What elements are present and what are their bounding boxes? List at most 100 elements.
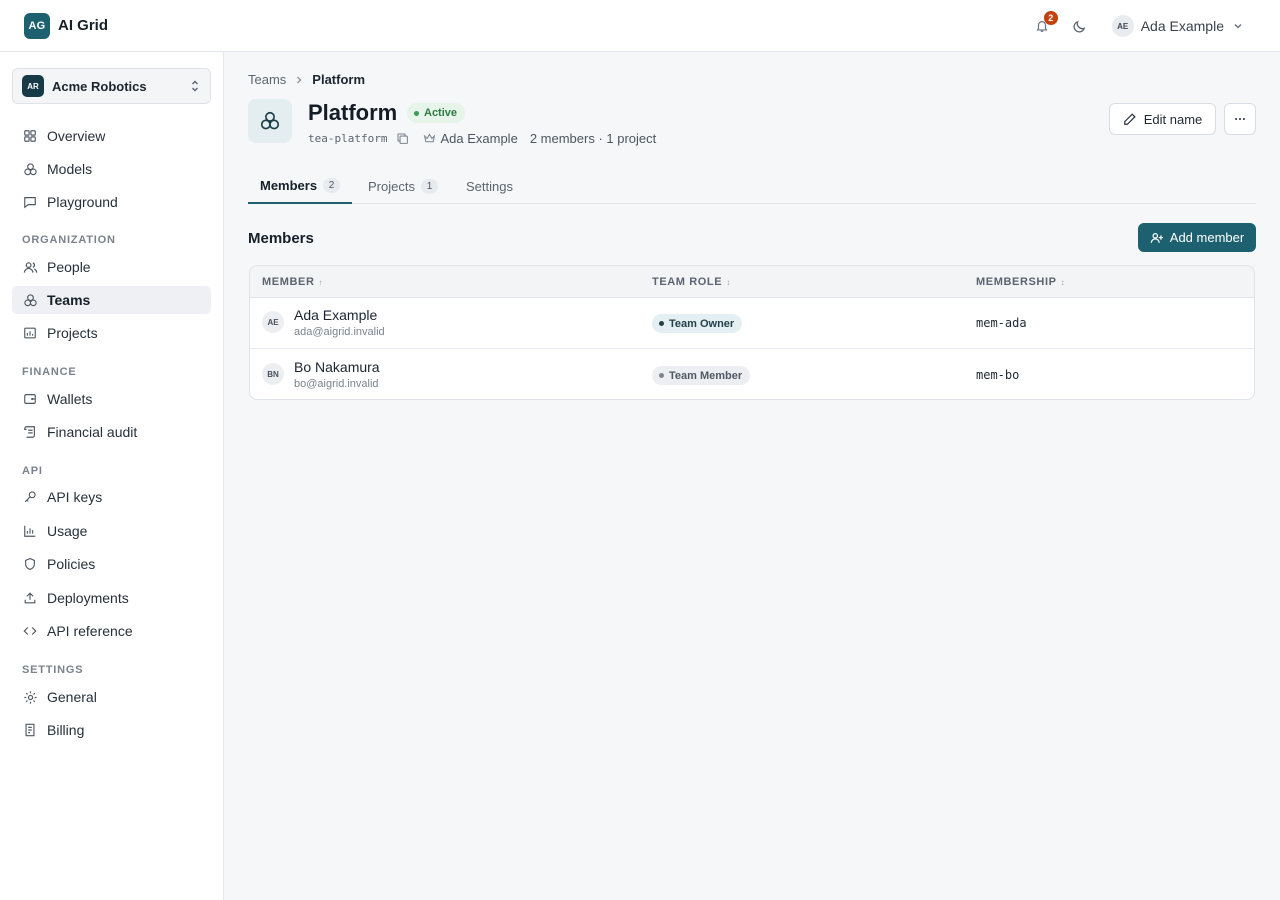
chevron-updown-icon — [189, 79, 201, 93]
sidebar-item-policies[interactable]: Policies — [12, 550, 211, 578]
avatar: BN — [262, 363, 284, 385]
people-icon — [22, 259, 38, 275]
breadcrumb-link-teams[interactable]: Teams — [248, 72, 286, 87]
nav-section-title: ORGANIZATION — [22, 234, 116, 246]
crown-icon — [423, 132, 436, 145]
member-email: ada@aigrid.invalid — [294, 326, 385, 338]
sidebar-item-deployments[interactable]: Deployments — [12, 584, 211, 612]
sidebar-item-models[interactable]: Models — [12, 155, 211, 183]
sidebar-item-teams[interactable]: Teams — [12, 286, 211, 314]
sidebar-item-label: API reference — [47, 623, 133, 639]
receipt-icon — [22, 722, 38, 738]
column-header-team-role[interactable]: TEAM ROLE ↕ — [652, 276, 731, 288]
edit-name-label: Edit name — [1143, 111, 1203, 127]
sidebar-item-billing[interactable]: Billing — [12, 716, 211, 744]
status-dot — [414, 110, 419, 116]
column-header-label: TEAM ROLE — [652, 276, 723, 288]
moon-icon — [1072, 19, 1087, 34]
notifications-button[interactable]: 2 — [1032, 11, 1058, 36]
gear-icon — [22, 689, 38, 705]
role-label: Team Member — [669, 369, 743, 382]
user-avatar: AE — [1111, 15, 1134, 37]
role-label: Team Owner — [669, 317, 735, 330]
section-title: Members — [248, 230, 314, 247]
table-header: MEMBER ↑ TEAM ROLE ↕ MEMBERSHIP ↕ — [250, 266, 1254, 298]
org-switcher[interactable]: AR Acme Robotics — [12, 68, 211, 104]
code-icon — [22, 623, 38, 639]
chevron-down-icon — [1232, 20, 1244, 32]
table-row[interactable]: AE Ada Example ada@aigrid.invalid Team O… — [250, 298, 1254, 349]
table-row[interactable]: BN Bo Nakamura bo@aigrid.invalid Team Me… — [250, 350, 1254, 399]
cubes-icon — [22, 292, 38, 308]
sidebar-item-label: Teams — [47, 292, 91, 308]
role-badge: Team Owner — [652, 314, 743, 333]
membership-id: mem-ada — [976, 316, 1027, 330]
sidebar-item-api-reference[interactable]: API reference — [12, 617, 211, 645]
sidebar-item-label: People — [47, 259, 91, 275]
tab-members[interactable]: Members 2 — [248, 168, 353, 204]
role-badge: Team Member — [652, 366, 751, 385]
user-plus-icon — [1150, 231, 1164, 245]
shield-icon — [22, 556, 38, 572]
sidebar-item-label: API keys — [47, 489, 103, 505]
chevron-right-icon — [294, 75, 304, 85]
team-meta: tea-platform Ada Example 2 members · 1 p… — [308, 131, 656, 146]
sidebar-item-label: Models — [47, 161, 93, 177]
nav-section-title: SETTINGS — [22, 664, 84, 676]
status-badge: Active — [407, 103, 466, 123]
membership-id: mem-bo — [976, 368, 1020, 382]
more-horizontal-icon — [1233, 112, 1247, 126]
sidebar-item-playground[interactable]: Playground — [12, 188, 211, 216]
sort-icon: ↕ — [726, 277, 731, 287]
sidebar-item-people[interactable]: People — [12, 253, 211, 281]
tab-count-badge: 1 — [420, 178, 438, 194]
page-title: Platform — [308, 100, 398, 125]
top-bar: AG AI Grid 2 AE Ada Example — [0, 0, 1280, 52]
tab-label: Projects — [368, 178, 415, 194]
sidebar-item-api-keys[interactable]: API keys — [12, 483, 211, 511]
org-avatar: AR — [22, 75, 44, 97]
sidebar-item-label: Billing — [47, 722, 85, 738]
sidebar-item-usage[interactable]: Usage — [12, 517, 211, 545]
role-dot — [659, 321, 664, 326]
brand[interactable]: AG AI Grid — [24, 12, 109, 39]
column-header-label: MEMBERSHIP — [976, 276, 1057, 288]
key-icon — [22, 489, 38, 505]
nav-section-title: FINANCE — [22, 366, 77, 378]
sidebar-item-general[interactable]: General — [12, 683, 211, 711]
add-member-button[interactable]: Add member — [1138, 223, 1256, 252]
edit-name-button[interactable]: Edit name — [1109, 103, 1216, 135]
sidebar-item-label: Deployments — [47, 590, 129, 606]
sidebar-item-label: Financial audit — [47, 424, 138, 440]
column-header-membership[interactable]: MEMBERSHIP ↕ — [976, 276, 1065, 288]
team-owner-name: Ada Example — [440, 131, 518, 146]
sidebar-item-wallets[interactable]: Wallets — [12, 385, 211, 413]
user-menu[interactable]: AE Ada Example — [1111, 15, 1244, 37]
tab-label: Members — [260, 177, 318, 193]
tab-settings[interactable]: Settings — [466, 168, 513, 204]
tab-projects[interactable]: Projects 1 — [368, 168, 438, 204]
cubes-icon — [22, 161, 38, 177]
team-counts: 2 members · 1 project — [529, 131, 657, 146]
copy-icon[interactable] — [396, 132, 409, 145]
add-member-label: Add member — [1169, 230, 1245, 245]
status-label: Active — [424, 107, 458, 119]
chat-icon — [22, 194, 38, 210]
scroll-icon — [22, 424, 38, 440]
sort-asc-icon: ↑ — [318, 277, 324, 287]
column-header-member[interactable]: MEMBER ↑ — [262, 276, 323, 288]
sidebar-item-financial-audit[interactable]: Financial audit — [12, 418, 211, 446]
bar-chart-icon — [22, 523, 38, 539]
member-name: Bo Nakamura — [294, 359, 380, 375]
chart-icon — [22, 325, 38, 341]
more-actions-button[interactable] — [1224, 103, 1256, 135]
theme-toggle-button[interactable] — [1070, 16, 1090, 36]
org-name: Acme Robotics — [52, 78, 147, 94]
avatar: AE — [262, 311, 284, 333]
sidebar-item-overview[interactable]: Overview — [12, 122, 211, 150]
brand-name: AI Grid — [58, 17, 109, 34]
sidebar-item-label: Playground — [47, 194, 118, 210]
upload-icon — [22, 590, 38, 606]
sidebar-item-projects[interactable]: Projects — [12, 319, 211, 347]
cubes-icon — [259, 110, 281, 132]
